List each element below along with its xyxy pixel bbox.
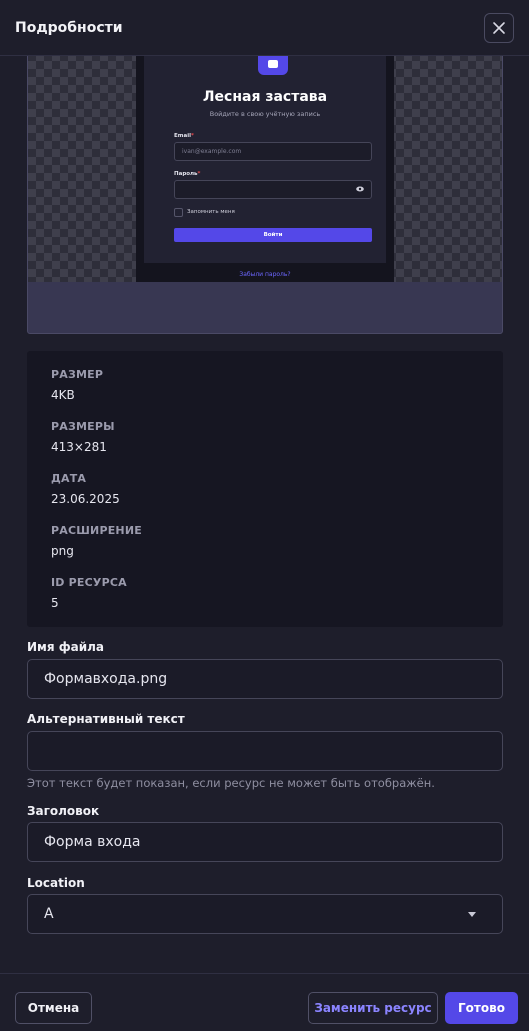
alt-text-helper: Этот текст будет показан, если ресурс не… [27,776,435,790]
meta-resource-id: ID РЕСУРСА 5 [51,576,127,610]
caption-input[interactable]: Форма входа [27,822,503,862]
location-selected-value: A [44,906,54,922]
meta-date-value: 23.06.2025 [51,492,120,506]
close-button[interactable] [484,12,514,43]
location-select[interactable]: A [27,894,503,934]
asset-metadata: РАЗМЕР 4KB РАЗМЕРЫ 413×281 ДАТА 23.06.20… [27,351,503,627]
meta-size-value: 4KB [51,388,75,402]
asset-preview: Лесная застава Войдите в свою учётную за… [27,52,503,334]
meta-dimensions-label: РАЗМЕРЫ [51,420,115,433]
filename-input[interactable]: Формавхода.png [27,659,503,699]
meta-dimensions-value: 413×281 [51,440,107,454]
meta-resource-id-label: ID РЕСУРСА [51,576,127,589]
preview-password-label: Пароль* [174,171,201,177]
meta-extension-value: png [51,544,74,558]
eye-icon [356,186,364,192]
alt-text-input[interactable] [27,731,503,771]
filename-label: Имя файла [27,640,105,654]
meta-extension: РАСШИРЕНИЕ png [51,524,142,558]
replace-asset-button[interactable]: Заменить ресурс [308,992,438,1024]
caption-label: Заголовок [27,804,100,818]
done-button[interactable]: Готово [445,992,518,1024]
dialog-header: Подробности [0,0,529,56]
preview-submit-button: Войти [174,228,372,242]
meta-date: ДАТА 23.06.2025 [51,472,120,506]
meta-size: РАЗМЕР 4KB [51,368,103,402]
preview-subtitle: Войдите в свою учётную запись [209,110,321,118]
preview-email-input: ivan@example.com [174,142,372,161]
dialog-title: Подробности [15,19,123,36]
location-label: Location [27,876,85,890]
preview-password-input [174,180,372,199]
preview-remember-label: Запомнить меня [187,209,235,215]
meta-date-label: ДАТА [51,472,87,485]
preview-logo-icon [258,53,288,75]
meta-extension-label: РАСШИРЕНИЕ [51,524,142,537]
chevron-down-icon [468,912,476,917]
preview-forgot-link: Забыли пароль? [239,271,291,278]
alt-text-label: Альтернативный текст [27,712,185,726]
meta-resource-id-value: 5 [51,596,59,610]
close-icon [493,21,505,34]
meta-size-label: РАЗМЕР [51,368,104,381]
preview-image: Лесная застава Войдите в свою учётную за… [136,53,394,282]
dialog-footer: Отмена Заменить ресурс Готово [0,973,529,1031]
preview-remember-checkbox [174,208,183,217]
preview-title: Лесная застава [202,89,328,105]
cancel-button[interactable]: Отмена [15,992,92,1024]
meta-dimensions: РАЗМЕРЫ 413×281 [51,420,115,454]
preview-email-label: Email* [174,133,194,139]
preview-login-card: Лесная застава Войдите в свою учётную за… [144,53,386,263]
